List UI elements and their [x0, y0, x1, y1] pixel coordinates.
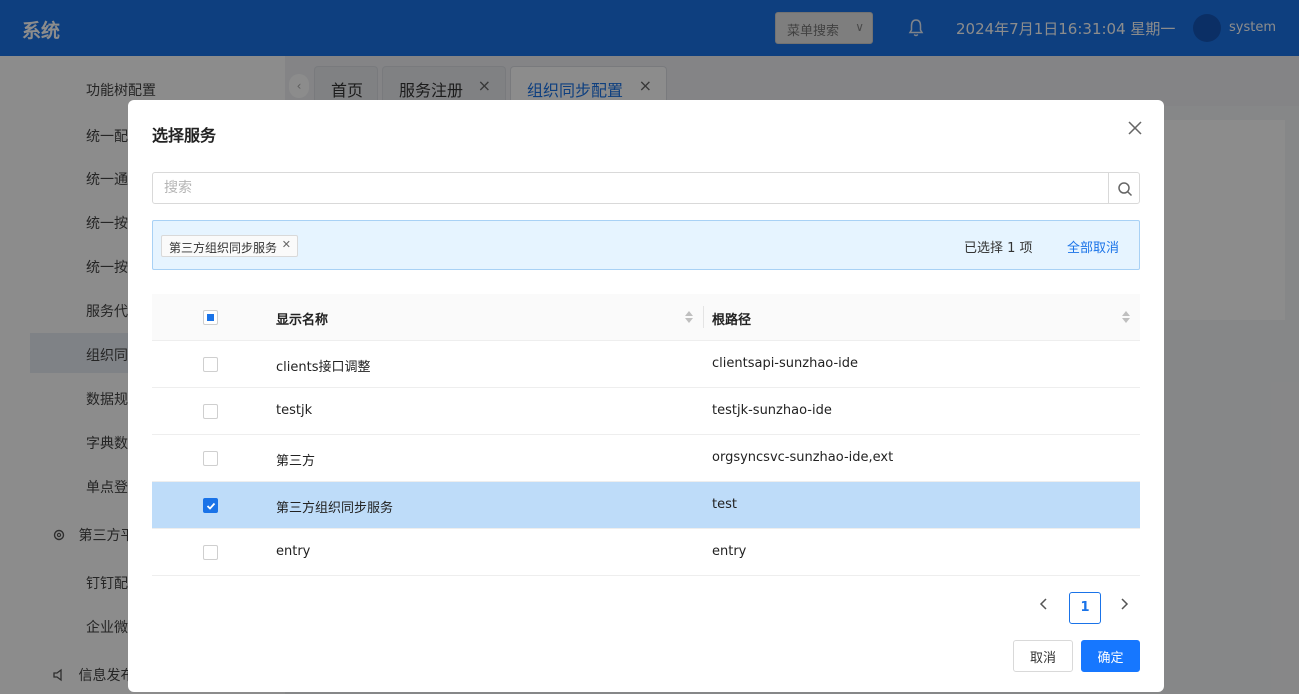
table-row[interactable]: 第三方 orgsyncsvc-sunzhao-ide,ext [152, 435, 1140, 482]
cancel-button[interactable]: 取消 [1013, 640, 1073, 672]
cell-path: testjk-sunzhao-ide [712, 403, 832, 418]
chevron-left-icon[interactable] [1036, 596, 1052, 612]
table-row[interactable]: testjk testjk-sunzhao-ide [152, 388, 1140, 435]
row-checkbox[interactable] [203, 404, 218, 419]
table-row-selected[interactable]: 第三方组织同步服务 test [152, 482, 1140, 529]
search-icon [1118, 182, 1133, 197]
column-header-name[interactable]: 显示名称 [276, 309, 328, 328]
cell-path: orgsyncsvc-sunzhao-ide,ext [712, 450, 894, 465]
selected-items-bar: 第三方组织同步服务 ✕ 已选择 1 项 全部取消 [152, 220, 1140, 270]
select-service-dialog: 选择服务 第三方组织同步服务 ✕ 已选择 1 项 全部取消 显示名称 根路径 c… [128, 100, 1164, 692]
clear-all-link[interactable]: 全部取消 [1067, 237, 1119, 256]
confirm-button[interactable]: 确定 [1081, 640, 1140, 672]
cell-name: testjk [276, 403, 313, 418]
tag-close-icon[interactable]: ✕ [282, 238, 291, 251]
cell-name: entry [276, 544, 311, 559]
column-divider [703, 306, 704, 328]
table-header: 显示名称 根路径 [152, 294, 1140, 341]
table-row[interactable]: clients接口调整 clientsapi-sunzhao-ide [152, 341, 1140, 388]
cell-path: test [712, 497, 737, 512]
select-all-checkbox[interactable] [203, 310, 218, 325]
cell-name: clients接口调整 [276, 360, 371, 375]
row-checkbox[interactable] [203, 451, 218, 466]
selected-tag-label: 第三方组织同步服务 [169, 241, 278, 255]
search-button[interactable] [1108, 172, 1140, 204]
cell-path: clientsapi-sunzhao-ide [712, 356, 859, 371]
cell-name: 第三方组织同步服务 [276, 501, 394, 516]
selected-tag: 第三方组织同步服务 ✕ [161, 235, 299, 257]
column-header-path[interactable]: 根路径 [712, 309, 751, 328]
check-icon [206, 502, 216, 510]
row-checkbox[interactable] [203, 545, 218, 560]
row-checkbox[interactable] [203, 357, 218, 372]
dialog-title: 选择服务 [152, 126, 217, 145]
selected-count: 已选择 1 项 [964, 241, 1033, 256]
cell-name: 第三方 [276, 454, 316, 469]
table-row[interactable]: entry entry [152, 529, 1140, 576]
sort-icon[interactable] [1121, 310, 1131, 324]
sort-icon[interactable] [684, 310, 694, 324]
search-input[interactable] [152, 172, 1109, 204]
pagination-page[interactable]: 1 [1069, 592, 1101, 624]
cell-path: entry [712, 544, 747, 559]
close-icon[interactable] [1127, 120, 1143, 136]
row-checkbox-checked[interactable] [203, 498, 218, 513]
chevron-right-icon[interactable] [1116, 596, 1132, 612]
